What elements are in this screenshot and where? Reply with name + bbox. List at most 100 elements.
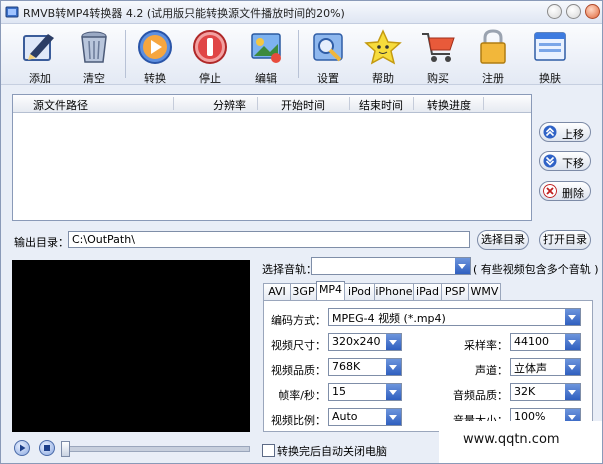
edit-clip-icon bbox=[251, 33, 281, 63]
clear-label: 清空 bbox=[83, 72, 105, 85]
column-source-path[interactable]: 源文件路径 bbox=[33, 97, 88, 113]
video-quality-label: 视频品质： bbox=[271, 364, 326, 377]
audio-quality-select[interactable]: 32K bbox=[510, 383, 581, 401]
chevron-down-icon bbox=[565, 359, 580, 375]
column-divider bbox=[349, 97, 350, 110]
chevron-down-icon bbox=[565, 309, 580, 325]
edit-label: 编辑 bbox=[255, 72, 277, 85]
close-button[interactable] bbox=[585, 4, 600, 19]
audio-track-select[interactable] bbox=[311, 257, 471, 275]
register-button[interactable]: 注册 bbox=[468, 26, 518, 85]
clear-button[interactable]: 清空 bbox=[69, 26, 119, 85]
column-end-time[interactable]: 结束时间 bbox=[359, 97, 403, 113]
seek-thumb[interactable] bbox=[61, 441, 70, 457]
minimize-button[interactable] bbox=[547, 4, 562, 19]
stop-playback-button[interactable] bbox=[39, 440, 55, 456]
video-size-select[interactable]: 320x240 bbox=[328, 333, 402, 351]
aspect-ratio-select[interactable]: Auto bbox=[328, 408, 402, 426]
column-divider bbox=[413, 97, 414, 110]
seek-bar[interactable] bbox=[68, 446, 250, 452]
help-star-icon bbox=[364, 29, 402, 65]
channel-value: 立体声 bbox=[514, 362, 547, 375]
video-quality-select[interactable]: 768K bbox=[328, 358, 402, 376]
column-progress[interactable]: 转换进度 bbox=[427, 97, 471, 113]
output-dir-input[interactable]: C:\OutPath\ bbox=[68, 231, 470, 248]
lock-icon bbox=[480, 29, 506, 64]
file-list[interactable]: 源文件路径 分辨率 开始时间 结束时间 转换进度 bbox=[12, 94, 532, 221]
audio-quality-label: 音频品质： bbox=[453, 389, 508, 402]
tab-psp[interactable]: PSP bbox=[441, 283, 469, 301]
aspect-ratio-label: 视频比例： bbox=[271, 414, 326, 427]
sample-rate-select[interactable]: 44100 bbox=[510, 333, 581, 351]
chevron-down-icon bbox=[386, 384, 401, 400]
tab-ipod[interactable]: iPod bbox=[344, 283, 375, 301]
toolbar-separator bbox=[125, 30, 126, 78]
column-divider bbox=[483, 97, 484, 110]
file-list-header: 源文件路径 分辨率 开始时间 结束时间 转换进度 bbox=[13, 95, 531, 113]
encoding-select[interactable]: MPEG-4 视频 (*.mp4) bbox=[328, 308, 581, 326]
open-dir-button[interactable]: 打开目录 bbox=[539, 230, 591, 250]
audio-track-note: ( 有些视频包含多个音轨 ) bbox=[473, 263, 599, 276]
register-label: 注册 bbox=[482, 72, 504, 85]
maximize-button[interactable] bbox=[566, 4, 581, 19]
settings-button[interactable]: 设置 bbox=[303, 26, 353, 85]
buy-button[interactable]: 购买 bbox=[413, 26, 463, 85]
convert-label: 转换 bbox=[144, 72, 166, 85]
chevron-down-icon bbox=[565, 334, 580, 350]
column-resolution[interactable]: 分辨率 bbox=[213, 97, 246, 113]
move-down-button[interactable]: 下移 bbox=[539, 151, 591, 171]
tab-iphone[interactable]: iPhone bbox=[374, 283, 414, 301]
channel-select[interactable]: 立体声 bbox=[510, 358, 581, 376]
tab-wmv[interactable]: WMV bbox=[468, 283, 501, 301]
tab-3gp[interactable]: 3GP bbox=[290, 283, 317, 301]
play-button[interactable] bbox=[14, 440, 30, 456]
video-size-value: 320x240 bbox=[332, 335, 381, 348]
skin-window-icon bbox=[534, 32, 566, 61]
encoding-label: 编码方式： bbox=[271, 314, 326, 327]
skin-button[interactable]: 换肤 bbox=[525, 26, 575, 85]
auto-shutdown-label: 转换完后自动关闭电脑 bbox=[277, 445, 387, 458]
settings-label: 设置 bbox=[317, 72, 339, 85]
chevron-down-icon bbox=[455, 258, 470, 274]
chevron-down-icon bbox=[386, 409, 401, 425]
channel-label: 声道： bbox=[475, 364, 508, 377]
mp4-settings-panel: 编码方式： MPEG-4 视频 (*.mp4) 视频尺寸： 320x240 视频… bbox=[263, 300, 593, 432]
convert-button[interactable]: 转换 bbox=[130, 26, 180, 85]
move-up-button[interactable]: 上移 bbox=[539, 122, 591, 142]
stop-square-icon bbox=[44, 445, 50, 451]
output-dir-label: 输出目录： bbox=[14, 236, 69, 249]
audio-quality-value: 32K bbox=[514, 385, 536, 398]
fps-label: 帧率/秒： bbox=[278, 389, 326, 402]
stop-button[interactable]: 停止 bbox=[185, 26, 235, 85]
help-button[interactable]: 帮助 bbox=[358, 26, 408, 85]
toolbar-separator bbox=[298, 30, 299, 78]
tab-ipad[interactable]: iPad bbox=[413, 283, 442, 301]
play-icon bbox=[20, 444, 26, 452]
delete-label: 删除 bbox=[562, 187, 584, 200]
delete-button[interactable]: 删除 bbox=[539, 181, 591, 201]
choose-dir-button[interactable]: 选择目录 bbox=[477, 230, 529, 250]
stop-label: 停止 bbox=[199, 72, 221, 85]
edit-button[interactable]: 编辑 bbox=[241, 26, 291, 85]
add-label: 添加 bbox=[29, 72, 51, 85]
column-start-time[interactable]: 开始时间 bbox=[281, 97, 325, 113]
site-watermark: www.qqtn.com bbox=[439, 421, 602, 463]
fps-select[interactable]: 15 bbox=[328, 383, 402, 401]
add-pen-icon bbox=[23, 34, 54, 61]
skin-label: 换肤 bbox=[539, 72, 561, 85]
auto-shutdown-checkbox[interactable] bbox=[262, 444, 275, 457]
chevron-down-icon bbox=[386, 334, 401, 350]
tab-mp4[interactable]: MP4 bbox=[316, 281, 345, 301]
settings-tools-icon bbox=[313, 33, 343, 62]
video-preview bbox=[12, 260, 250, 432]
app-icon bbox=[5, 6, 19, 18]
chevron-down-icon bbox=[386, 359, 401, 375]
play-convert-icon bbox=[138, 30, 172, 64]
move-down-label: 下移 bbox=[562, 157, 584, 170]
shopping-cart-icon bbox=[422, 33, 455, 62]
tab-avi[interactable]: AVI bbox=[263, 283, 291, 301]
audio-track-label: 选择音轨： bbox=[262, 263, 317, 276]
sample-rate-value: 44100 bbox=[514, 335, 549, 348]
title-bar: RMVB转MP4转换器 4.2 (试用版只能转换源文件播放时间的20%) bbox=[1, 1, 602, 24]
add-button[interactable]: 添加 bbox=[15, 26, 65, 85]
